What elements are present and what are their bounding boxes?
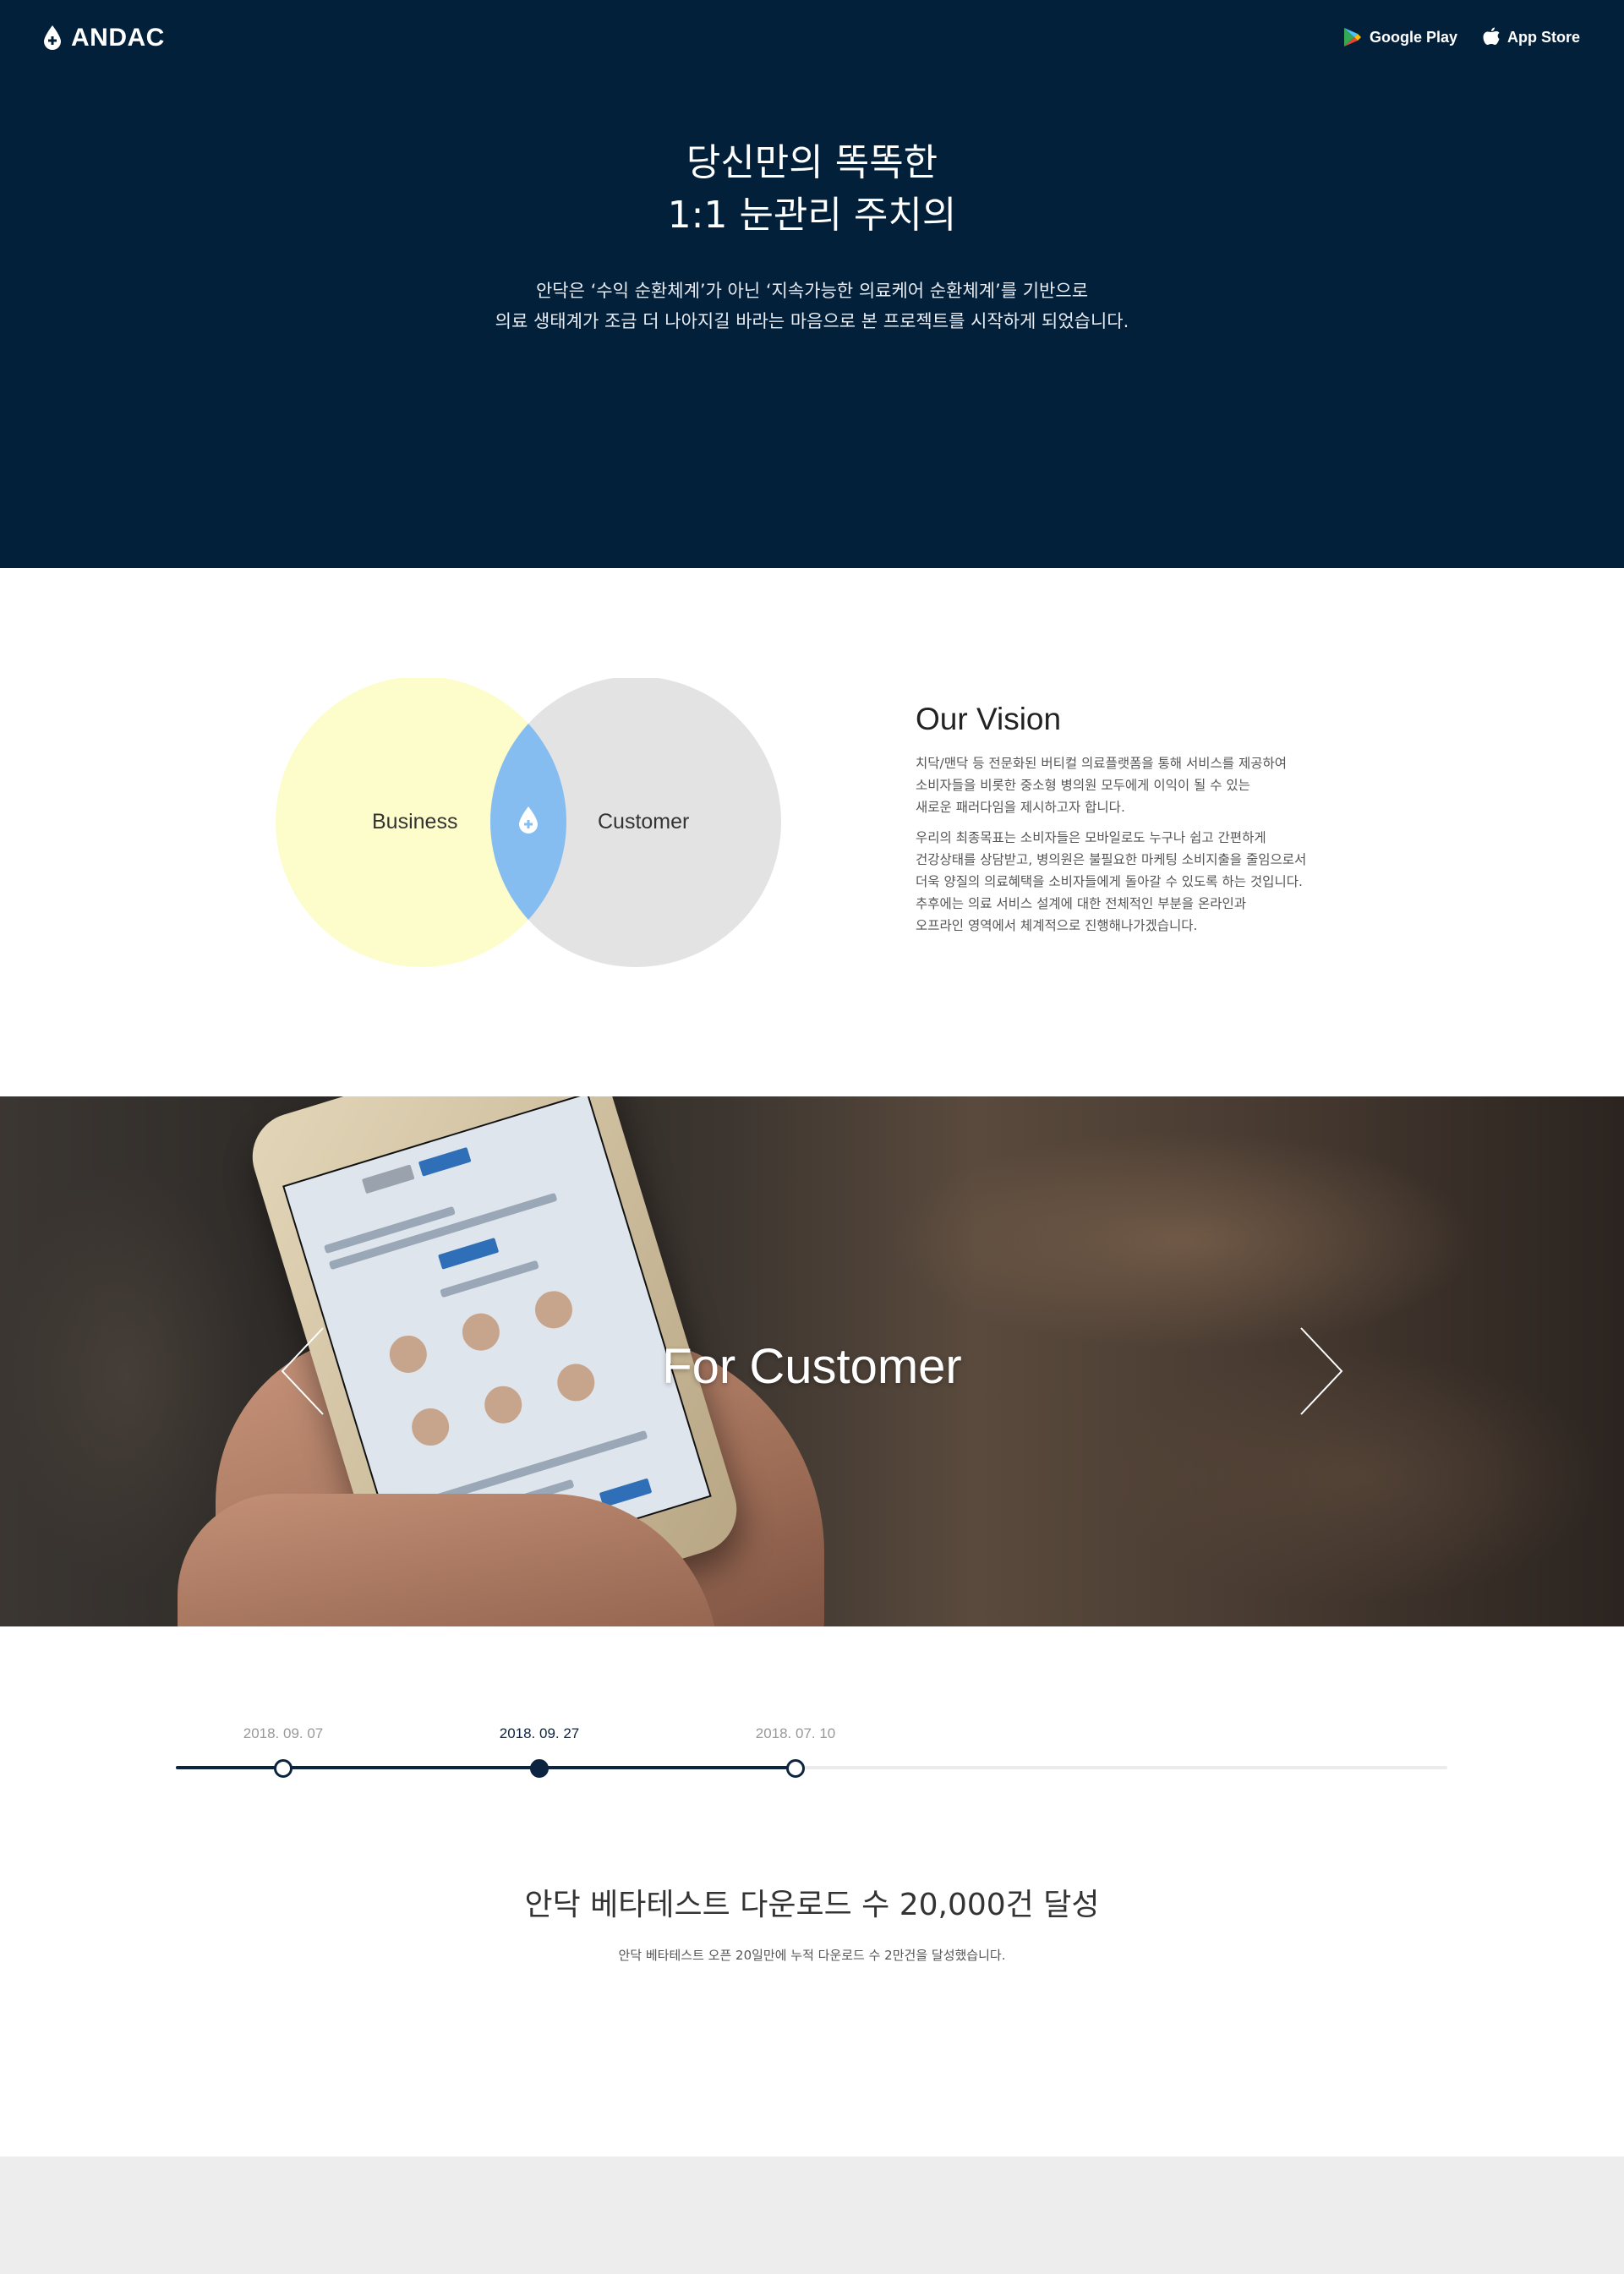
timeline-date: 2018. 07. 10: [755, 1725, 836, 1741]
hero-title-line2: 1:1 눈관리 주치의: [667, 194, 957, 237]
app-store-link[interactable]: App Store: [1483, 27, 1580, 47]
venn-business-label: Business: [372, 810, 458, 834]
footer: [0, 2156, 1624, 2274]
vision-title: Our Vision: [916, 702, 1062, 736]
prev-arrow-icon[interactable]: [277, 1325, 328, 1418]
screen-button: [361, 1164, 415, 1194]
timeline-dot: [274, 1759, 293, 1778]
hero-description: 안닥은 ‘수익 순환체계’가 아닌 ‘지속가능한 의료케어 순환체계’를 기반으…: [0, 276, 1624, 336]
hero-desc-line1: 안닥은 ‘수익 순환체계’가 아닌 ‘지속가능한 의료케어 순환체계’를 기반으…: [535, 281, 1089, 301]
hero-desc-line2: 의료 생태계가 조금 더 나아지길 바라는 마음으로 본 프로젝트를 시작하게 …: [495, 311, 1129, 331]
timeline: 2018. 09. 07 2018. 09. 27 2018. 07. 10: [176, 1725, 1447, 1801]
screen-illustration: [530, 1286, 577, 1333]
store-links: Google Play App Store: [1343, 27, 1580, 47]
screen-tab: [438, 1238, 500, 1270]
timeline-date: 2018. 09. 07: [243, 1725, 324, 1741]
logo[interactable]: ANDAC: [42, 24, 165, 52]
background-blur: [888, 1130, 1479, 1350]
vision-paragraph-1: 치닥/맨닥 등 전문화된 버티컬 의료플랫폼을 통해 서비스를 제공하여 소비자…: [916, 756, 1287, 815]
timeline-point[interactable]: 2018. 07. 10: [711, 1725, 880, 1778]
google-play-icon: [1343, 28, 1361, 46]
timeline-point-active[interactable]: 2018. 09. 27: [455, 1725, 624, 1778]
news-title: 안닥 베타테스트 다운로드 수 20,000건 달성: [524, 1888, 1100, 1922]
app-store-label: App Store: [1506, 28, 1580, 46]
venn-svg: [276, 676, 781, 967]
venn-customer-label: Customer: [598, 810, 690, 834]
hero-section: ANDAC Google Play App Store 당신만의 똑똑한 1:1…: [0, 0, 1624, 568]
slide-title: For Customer: [662, 1339, 962, 1394]
customer-carousel: For Customer: [0, 1096, 1624, 1626]
drop-logo-icon: [44, 25, 61, 50]
venn-diagram: Business Customer: [276, 676, 783, 970]
hero-title: 당신만의 똑똑한 1:1 눈관리 주치의: [0, 137, 1624, 242]
screen-button: [418, 1146, 472, 1177]
next-arrow-icon[interactable]: [1296, 1325, 1347, 1418]
timeline-point[interactable]: 2018. 09. 07: [199, 1725, 368, 1778]
vision-text-block: Our Vision 치닥/맨닥 등 전문화된 버티컬 의료플랫폼을 통해 서비…: [916, 702, 1389, 945]
news-description: 안닥 베타테스트 오픈 20일만에 누적 다운로드 수 2만건을 달성했습니다.: [618, 1948, 1006, 1963]
vision-paragraph-2: 우리의 최종목표는 소비자들은 모바일로도 누구나 쉽고 간편하게 건강상태를 …: [916, 830, 1307, 933]
timeline-dot: [786, 1759, 805, 1778]
screen-illustration: [407, 1403, 454, 1451]
hero-title-line1: 당신만의 똑똑한: [686, 141, 938, 184]
google-play-label: Google Play: [1369, 28, 1457, 46]
google-play-link[interactable]: Google Play: [1343, 27, 1457, 47]
logo-text: ANDAC: [71, 24, 165, 52]
apple-icon: [1483, 27, 1500, 45]
timeline-date: 2018. 09. 27: [499, 1725, 580, 1741]
timeline-dot: [530, 1759, 549, 1778]
